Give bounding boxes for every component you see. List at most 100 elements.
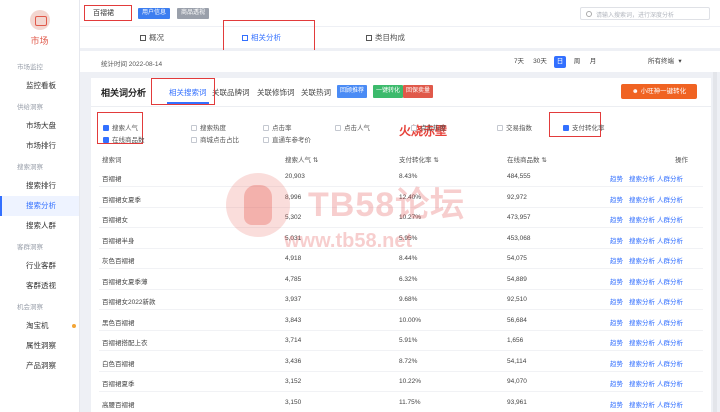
sidebar-item[interactable]: 客群透视 [0,276,79,296]
checkbox-label: 交易指数 [506,125,532,132]
metric-checkbox[interactable]: 搜索人气 [103,122,138,132]
search-analysis-link[interactable]: 搜索分析 [629,173,655,183]
range-day[interactable]: 日 [554,56,566,68]
checkbox-icon [191,137,197,143]
metric-checkbox[interactable]: 在线商品数 [103,134,145,144]
keyword-cell: 白色百褶裙 [102,360,135,368]
search-analysis-link[interactable]: 搜索分析 [629,399,655,409]
product-view-tag[interactable]: 商品透视 [177,8,210,19]
crowd-analysis-link[interactable]: 人群分析 [657,255,683,265]
sidebar-item-label: 淘宝机 [26,321,49,330]
tab-label: 类目构成 [375,33,405,42]
range-week[interactable]: 周 [571,56,583,68]
checkbox-icon [497,125,503,131]
sidebar-item[interactable]: 淘宝机 [0,316,79,336]
crowd-analysis-link[interactable]: 人群分析 [657,337,683,347]
sidebar-item[interactable]: 市场大盘 [0,116,79,136]
trend-link[interactable]: 趋势 [610,214,623,224]
trend-link[interactable]: 趋势 [610,378,623,388]
search-analysis-link[interactable]: 搜索分析 [629,214,655,224]
crowd-analysis-link[interactable]: 人群分析 [657,214,683,224]
search-analysis-link[interactable]: 搜索分析 [629,194,655,204]
search-input[interactable]: 请输入搜索词，进行深度分析 [580,7,710,20]
scrollbar[interactable] [713,72,717,412]
column-conversion[interactable]: 支付转化率 ⇅ [399,154,439,164]
trend-link[interactable]: 趋势 [610,296,623,306]
trend-link[interactable]: 趋势 [610,276,623,286]
search-analysis-link[interactable]: 搜索分析 [629,358,655,368]
related-words-panel: 相关词分析 相关搜索词 关联品牌词 关联修饰词 关联热词 回顾推荐 一键转化 回… [91,78,711,412]
trend-link[interactable]: 趋势 [610,399,623,409]
conversion-cell: 8.72% [399,357,418,365]
crowd-analysis-link[interactable]: 人群分析 [657,173,683,183]
trend-link[interactable]: 趋势 [610,255,623,265]
sidebar-item[interactable]: 搜索排行 [0,176,79,196]
search-analysis-link[interactable]: 搜索分析 [629,255,655,265]
metric-checkbox[interactable]: 点击热度 [411,122,446,132]
search-analysis-link[interactable]: 搜索分析 [629,378,655,388]
range-30d[interactable]: 30天 [532,56,548,68]
sidebar-item[interactable]: 监控看板 [0,76,79,96]
trend-link[interactable]: 趋势 [610,173,623,183]
trend-link[interactable]: 趋势 [610,194,623,204]
tab-category[interactable]: 类目构成 [366,27,405,49]
search-analysis-link[interactable]: 搜索分析 [629,276,655,286]
sidebar-nav: 市场监控 监控看板 供给洞察 市场大盘 市场排行 搜索洞察 搜索排行 搜索分析 搜索人群 客群洞察… [0,60,79,376]
trend-link[interactable]: 趋势 [610,358,623,368]
range-7d[interactable]: 7天 [512,56,526,68]
column-label: 支付转化率 [399,157,432,164]
metric-checkbox[interactable]: 搜索热度 [191,122,226,132]
conversion-cell: 5.95% [399,234,418,242]
trend-link[interactable]: 趋势 [610,235,623,245]
column-popularity[interactable]: 搜索人气 ⇅ [285,154,318,164]
subtab-brand[interactable]: 关联品牌词 [212,87,250,98]
sidebar-item[interactable]: 市场排行 [0,136,79,156]
crowd-analysis-link[interactable]: 人群分析 [657,399,683,409]
column-online-items[interactable]: 在线商品数 ⇅ [507,154,547,164]
trend-link[interactable]: 趋势 [610,317,623,327]
metric-checkbox[interactable]: 直通车参考价 [263,134,311,144]
subtab-hotword[interactable]: 关联热词 [301,87,331,98]
keyword-cell: 百褶裙女2022新款 [102,299,156,306]
tag-button-3[interactable]: 回保卖量 [403,85,434,98]
trend-link[interactable]: 趋势 [610,337,623,347]
sidebar-section-title: 搜索洞察 [17,164,43,171]
metric-checkbox[interactable]: 点击率 [263,122,292,132]
subtab-modifier[interactable]: 关联修饰词 [257,87,295,98]
sidebar-item[interactable]: 行业客群 [0,256,79,276]
metric-checkbox[interactable]: 支付转化率 [563,122,605,132]
crowd-analysis-link[interactable]: 人群分析 [657,378,683,388]
metric-checkbox[interactable]: 商城点击占比 [191,134,239,144]
search-analysis-link[interactable]: 搜索分析 [629,337,655,347]
one-click-convert-button[interactable]: ☻ 小旺神一键转化 [621,84,697,99]
metric-checkbox[interactable]: 交易指数 [497,122,532,132]
sidebar: 市场 市场监控 监控看板 供给洞察 市场大盘 市场排行 搜索洞察 搜索排行 搜索分析 搜索人群客… [0,0,80,412]
checkbox-icon [263,125,269,131]
search-placeholder: 请输入搜索词，进行深度分析 [596,13,675,19]
sidebar-item[interactable]: 产品洞察 [0,356,79,376]
overview-icon [140,35,146,41]
device-select[interactable]: 所有终端 [646,56,676,68]
crowd-analysis-link[interactable]: 人群分析 [657,317,683,327]
tag-button-2[interactable]: 一键转化 [373,85,404,98]
market-icon [29,10,50,30]
sidebar-item[interactable]: 搜索人群 [0,216,79,236]
crowd-analysis-link[interactable]: 人群分析 [657,296,683,306]
sidebar-item[interactable]: 搜索分析 [0,196,79,216]
table-row: 百褶裙女 5,302 10.27% 473,957 趋势 搜索分析 人群分析 [99,209,703,228]
brand[interactable]: 市场 [0,0,79,56]
range-month[interactable]: 月 [587,56,599,68]
search-analysis-link[interactable]: 搜索分析 [629,235,655,245]
crowd-analysis-link[interactable]: 人群分析 [657,276,683,286]
crowd-analysis-link[interactable]: 人群分析 [657,235,683,245]
search-analysis-link[interactable]: 搜索分析 [629,317,655,327]
tag-button-1[interactable]: 回顾推荐 [337,85,368,98]
crowd-analysis-link[interactable]: 人群分析 [657,194,683,204]
search-analysis-link[interactable]: 搜索分析 [629,296,655,306]
popularity-cell: 5,031 [285,234,302,242]
user-info-tag[interactable]: 用户信息 [138,8,171,19]
sidebar-item[interactable]: 属性洞察 [0,336,79,356]
tab-overview[interactable]: 概况 [140,27,164,49]
crowd-analysis-link[interactable]: 人群分析 [657,358,683,368]
metric-checkbox[interactable]: 点击人气 [335,122,370,132]
